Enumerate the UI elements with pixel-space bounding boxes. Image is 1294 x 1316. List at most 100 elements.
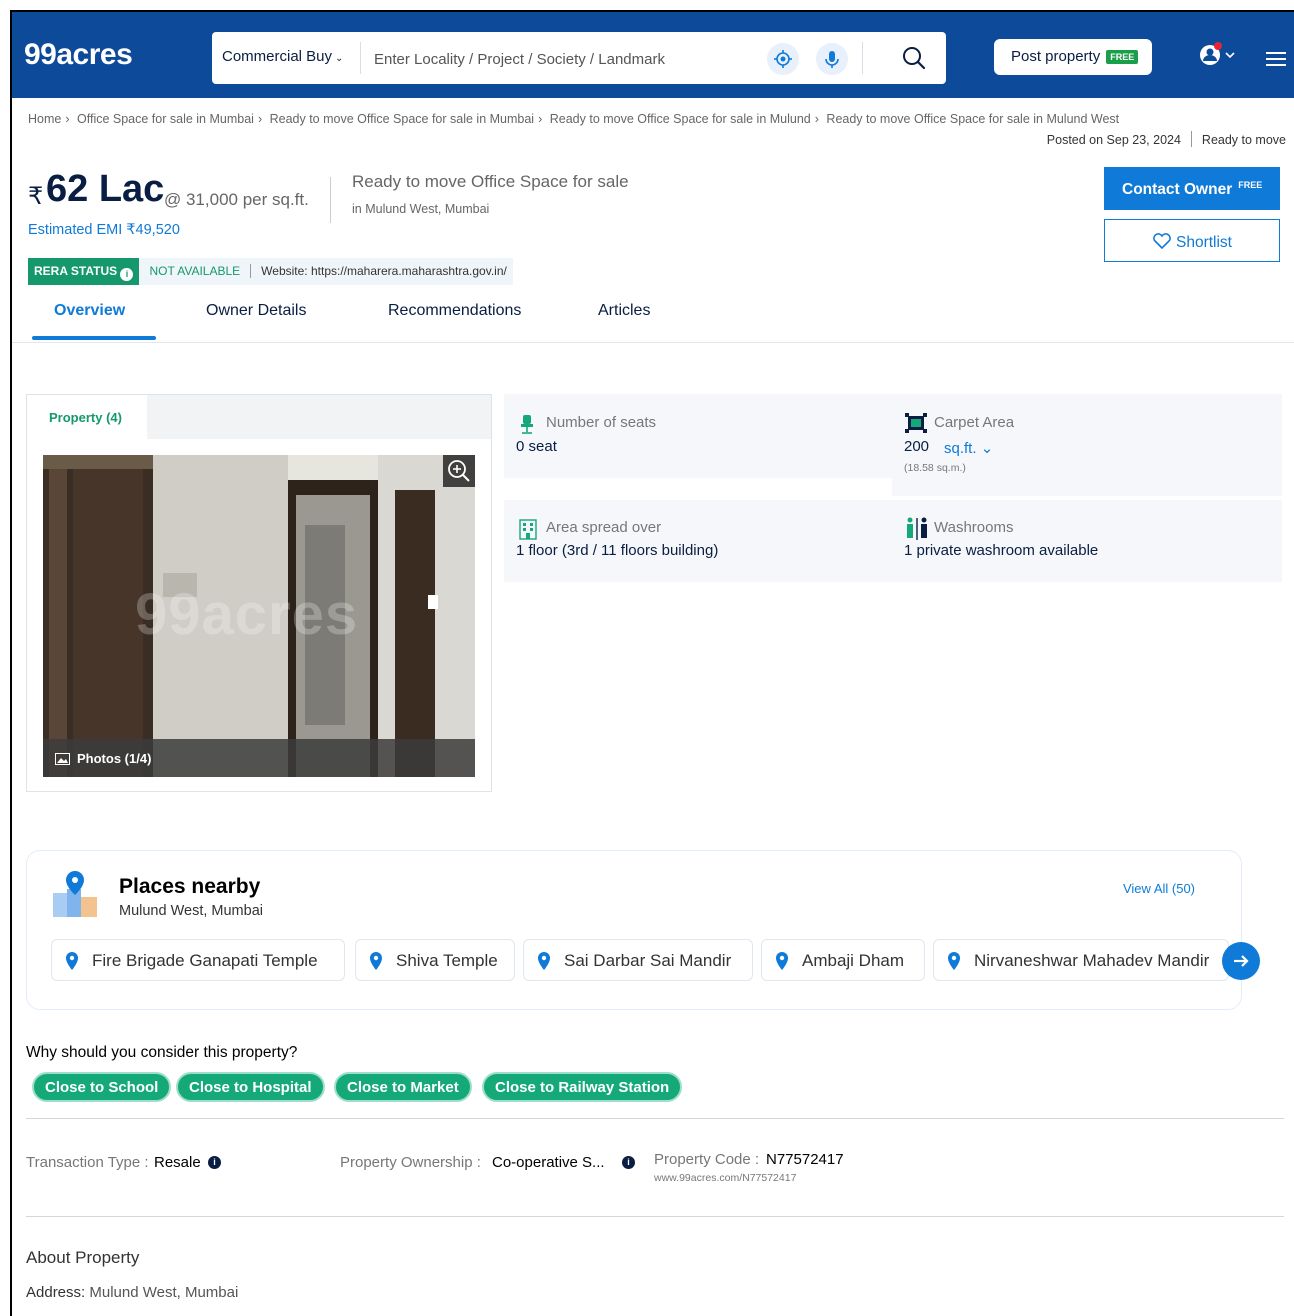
hamburger-menu[interactable] — [1266, 50, 1288, 68]
location-pin-icon — [370, 952, 382, 970]
scroll-right-button[interactable] — [1222, 942, 1260, 980]
unit-dropdown[interactable]: sq.ft. ⌄ — [944, 439, 993, 457]
places-nearby-card: Places nearby Mulund West, Mumbai View A… — [26, 850, 1242, 1010]
washroom-icon — [907, 517, 927, 540]
location-pin-icon — [776, 952, 788, 970]
property-photo[interactable]: 99acres Photos (1/4) — [43, 455, 475, 777]
divider — [26, 1118, 1284, 1119]
location-pin-icon — [538, 952, 550, 970]
gallery-card: Property (4) 99acres Photos (1/4) — [26, 394, 492, 792]
post-property-button[interactable]: Post property FREE — [994, 39, 1152, 75]
unit-label: sq.ft. — [944, 440, 977, 457]
building-icon — [519, 519, 537, 540]
search-button[interactable] — [900, 44, 928, 72]
carpet-area-icon — [905, 413, 927, 433]
emi-link[interactable]: Estimated EMI ₹49,520 — [28, 222, 180, 238]
voice-search-button[interactable] — [816, 43, 848, 75]
image-icon — [55, 753, 70, 765]
heart-icon — [1153, 233, 1171, 250]
shortlist-label: Shortlist — [1176, 234, 1232, 251]
breadcrumb-item[interactable]: Ready to move Office Space for sale in M… — [550, 112, 811, 126]
places-nearby-icon — [53, 871, 97, 917]
category-dropdown[interactable]: Commercial Buy ⌄ — [222, 48, 343, 65]
address-value: Mulund West, Mumbai — [89, 1284, 239, 1301]
tab-articles[interactable]: Articles — [598, 302, 650, 320]
search-input[interactable] — [372, 44, 756, 74]
reason-pill: Close to School — [32, 1072, 172, 1102]
carpet-label: Carpet Area — [934, 414, 1015, 431]
place-name: Shiva Temple — [396, 951, 498, 970]
tab-overview[interactable]: Overview — [54, 302, 125, 320]
place-chip[interactable]: Shiva Temple — [355, 939, 515, 981]
photo-count: Photos (1/4) — [77, 751, 152, 766]
search-bar: Commercial Buy ⌄ — [212, 32, 946, 84]
address-label: Address: — [26, 1284, 86, 1301]
breadcrumb-item[interactable]: Ready to move Office Space for sale in M… — [826, 112, 1119, 126]
seats-label: Number of seats — [546, 414, 657, 431]
logo[interactable]: 99acres — [24, 38, 133, 72]
chevron-down-icon: ⌄ — [335, 53, 344, 64]
place-chip[interactable]: Sai Darbar Sai Mandir — [523, 939, 753, 981]
location-target-icon — [774, 50, 792, 68]
reason-pill: Close to Railway Station — [482, 1072, 683, 1102]
tab-property-photos[interactable]: Property (4) — [27, 395, 147, 439]
price: 62 Lac — [46, 168, 165, 210]
rera-badge: RERA STATUS i — [28, 258, 140, 285]
rera-status-bar: RERA STATUS i NOT AVAILABLE Website: htt… — [28, 258, 513, 285]
reason-pill: Close to Market — [334, 1072, 472, 1102]
watermark: 99acres — [135, 582, 359, 647]
tab-recommendations[interactable]: Recommendations — [388, 302, 521, 320]
chair-icon — [521, 415, 533, 434]
about-property-title: About Property — [26, 1248, 140, 1267]
location-button[interactable] — [767, 43, 799, 75]
top-header: 99acres Commercial Buy⌄ Post property FRE… — [12, 12, 1294, 98]
address: Address: Mulund West, Mumbai — [26, 1284, 238, 1301]
place-name: Nirvaneshwar Mahadev Mandir — [974, 951, 1210, 970]
property-code-label: Property Code : — [654, 1151, 760, 1168]
place-chip[interactable]: Nirvaneshwar Mahadev Mandir — [933, 939, 1229, 981]
rupee-symbol: ₹ — [28, 183, 44, 210]
breadcrumb-item[interactable]: Office Space for sale in Mumbai — [77, 112, 254, 126]
info-icon[interactable]: i — [208, 1156, 221, 1169]
zoom-button[interactable] — [443, 455, 475, 487]
info-icon[interactable]: i — [622, 1156, 635, 1169]
place-name: Sai Darbar Sai Mandir — [564, 951, 732, 970]
free-badge: FREE — [1106, 50, 1139, 64]
transaction-value: Resale — [154, 1154, 201, 1171]
place-chip[interactable]: Ambaji Dham — [761, 939, 925, 981]
category-label: Commercial Buy — [222, 48, 333, 65]
property-code-url: www.99acres.com/N77572417 — [654, 1172, 797, 1184]
breadcrumb-item[interactable]: Home — [28, 112, 61, 126]
info-icon[interactable]: i — [120, 268, 134, 281]
washroom-value: 1 private washroom available — [904, 542, 1099, 559]
washroom-label: Washrooms — [934, 519, 1014, 536]
place-chip[interactable]: Fire Brigade Ganapati Temple — [51, 939, 345, 981]
place-name: Ambaji Dham — [802, 951, 905, 970]
ownership-value: Co-operative S... — [492, 1154, 605, 1171]
carpet-value: 200 — [904, 438, 930, 455]
page-frame: 99acres Commercial Buy⌄ Post propertyFRE… — [10, 10, 1294, 1316]
user-menu[interactable] — [1198, 40, 1238, 70]
contact-owner-button[interactable]: Contact Owner FREE — [1104, 167, 1280, 210]
divider — [330, 177, 331, 223]
posted-info: Posted on Sep 23, 2024 Ready to move — [1047, 131, 1286, 147]
breadcrumb: Home › Office Space for sale in Mumbai › R… — [28, 112, 1120, 126]
zoom-in-icon — [448, 460, 470, 482]
arrow-right-icon — [1234, 955, 1249, 967]
chevron-down-icon: ⌄ — [980, 440, 994, 457]
property-code-value: N77572417 — [766, 1151, 844, 1168]
location-pin-icon — [66, 952, 78, 970]
property-title: Ready to move Office Space for sale — [352, 172, 629, 191]
shortlist-button[interactable]: Shortlist — [1104, 219, 1280, 262]
rera-value: NOT AVAILABLE — [139, 258, 251, 285]
property-location: in Mulund West, Mumbai — [352, 202, 490, 216]
tab-owner-details[interactable]: Owner Details — [206, 302, 306, 320]
breadcrumb-item[interactable]: Ready to move Office Space for sale in M… — [270, 112, 534, 126]
divider — [862, 42, 863, 74]
view-all-link[interactable]: View All (50) — [1123, 881, 1195, 896]
user-account-icon — [1200, 42, 1235, 65]
menu-icon — [1266, 52, 1286, 66]
active-tab-indicator — [32, 336, 156, 340]
transaction-label: Transaction Type : — [26, 1154, 149, 1171]
feature-row-2 — [504, 500, 1282, 582]
